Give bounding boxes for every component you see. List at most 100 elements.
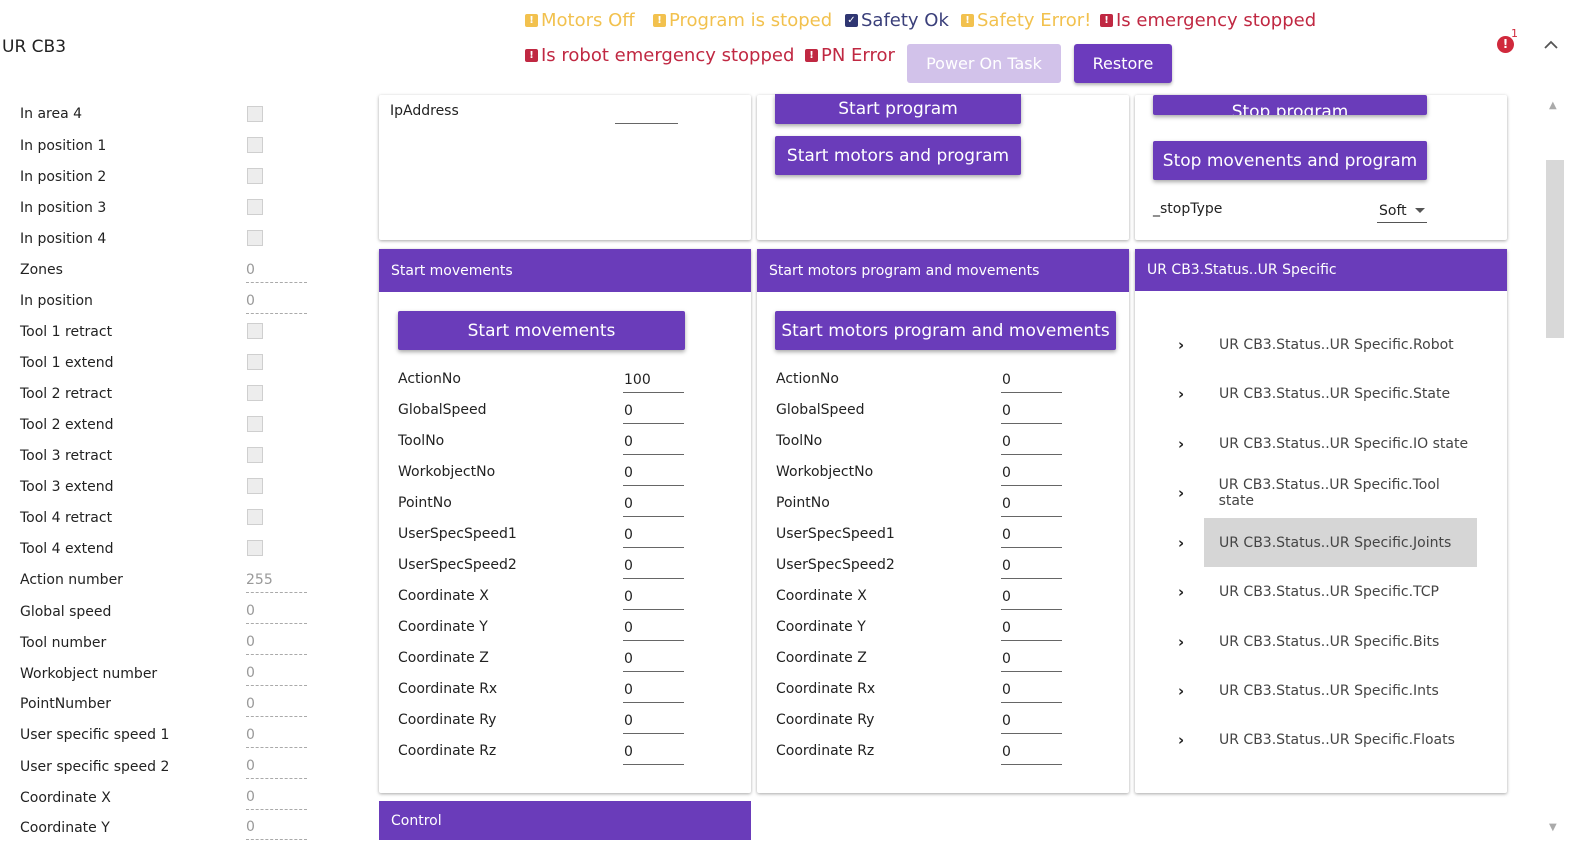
- smpm-coord-x-input[interactable]: 0: [1001, 589, 1062, 610]
- smpm-coord-y-input[interactable]: 0: [1001, 620, 1062, 641]
- smpm-user-speed-2-input[interactable]: 0: [1001, 558, 1062, 579]
- stop-type-select[interactable]: Soft: [1377, 199, 1427, 223]
- restore-button[interactable]: Restore: [1074, 44, 1172, 83]
- tool-number-value: 0: [246, 634, 307, 655]
- smpm-point-no-input[interactable]: 0: [1001, 496, 1062, 517]
- smpm-user-speed-2-label: UserSpecSpeed2: [776, 557, 895, 573]
- smpm-coord-rz-input[interactable]: 0: [1001, 744, 1062, 765]
- point-number-value: 0: [246, 696, 307, 717]
- sm-action-no-input[interactable]: 100: [623, 372, 684, 393]
- in-position-2-checkbox: [247, 168, 263, 184]
- chevron-right-icon[interactable]: ›: [1175, 731, 1219, 749]
- sm-tool-no-label: ToolNo: [398, 433, 445, 449]
- smpm-coord-ry-input[interactable]: 0: [1001, 713, 1062, 734]
- in-position-1-checkbox: [247, 137, 263, 153]
- status-emergency: ! Is emergency stopped: [1100, 10, 1316, 31]
- sm-coord-rz-label: Coordinate Rz: [398, 743, 497, 759]
- smpm-workobject-no-input[interactable]: 0: [1001, 465, 1062, 486]
- status-label: Program is stoped: [669, 10, 833, 31]
- start-program-button[interactable]: Start program: [775, 94, 1021, 124]
- smpm-tool-no-input[interactable]: 0: [1001, 434, 1062, 455]
- tool-4-extend-checkbox: [247, 540, 263, 556]
- tree-item-tcp[interactable]: › UR CB3.Status..UR Specific.TCP: [1175, 567, 1477, 616]
- chevron-right-icon[interactable]: ›: [1175, 385, 1219, 403]
- error-icon: !: [1100, 14, 1113, 27]
- scrollbar-thumb[interactable]: [1546, 160, 1564, 338]
- tree-item-label: UR CB3.Status..UR Specific.IO state: [1219, 435, 1469, 452]
- chevron-right-icon[interactable]: ›: [1175, 336, 1219, 354]
- start-motors-program-movements-button[interactable]: Start motors program and movements: [775, 311, 1116, 350]
- smpm-user-speed-1-input[interactable]: 0: [1001, 527, 1062, 548]
- user-speed-2-label: User specific speed 2: [20, 759, 170, 775]
- sm-coord-ry-input[interactable]: 0: [623, 713, 684, 734]
- smpm-tool-no-label: ToolNo: [776, 433, 823, 449]
- status-robot-emergency: ! Is robot emergency stopped: [525, 45, 794, 66]
- status-safety-error: ! Safety Error!: [961, 10, 1091, 31]
- power-on-task-button[interactable]: Power On Task: [907, 44, 1061, 83]
- in-position-3-label: In position 3: [20, 200, 107, 216]
- chevron-right-icon[interactable]: ›: [1175, 682, 1219, 700]
- tree-item-robot[interactable]: › UR CB3.Status..UR Specific.Robot: [1175, 320, 1477, 369]
- coordinate-y-label: Coordinate Y: [20, 820, 110, 836]
- tree-item-tool-state[interactable]: › UR CB3.Status..UR Specific.Tool state: [1175, 468, 1477, 517]
- tree-item-io-state[interactable]: › UR CB3.Status..UR Specific.IO state: [1175, 419, 1477, 468]
- coordinate-x-label: Coordinate X: [20, 790, 111, 806]
- tree-item-floats[interactable]: › UR CB3.Status..UR Specific.Floats: [1175, 715, 1477, 764]
- smpm-coord-z-input[interactable]: 0: [1001, 651, 1062, 672]
- warning-icon: !: [653, 14, 666, 27]
- sm-coord-rx-input[interactable]: 0: [623, 682, 684, 703]
- tool-4-extend-label: Tool 4 extend: [20, 541, 114, 557]
- ip-address-input[interactable]: [615, 103, 678, 124]
- smpm-coord-x-label: Coordinate X: [776, 588, 867, 604]
- zones-value: 0: [246, 262, 307, 283]
- sm-coord-x-input[interactable]: 0: [623, 589, 684, 610]
- tool-2-retract-label: Tool 2 retract: [20, 386, 113, 402]
- sm-user-speed-1-input[interactable]: 0: [623, 527, 684, 548]
- start-movements-button[interactable]: Start movements: [398, 311, 685, 350]
- zones-label: Zones: [20, 262, 63, 278]
- in-position-label: In position: [20, 293, 93, 309]
- status-label: Safety Ok: [861, 10, 949, 31]
- start-motors-and-program-button[interactable]: Start motors and program: [775, 136, 1021, 175]
- tree-item-ints[interactable]: › UR CB3.Status..UR Specific.Ints: [1175, 666, 1477, 715]
- sm-coord-y-input[interactable]: 0: [623, 620, 684, 641]
- sm-global-speed-input[interactable]: 0: [623, 403, 684, 424]
- tree-item-label: UR CB3.Status..UR Specific.Ints: [1219, 682, 1439, 699]
- status-label: PN Error: [821, 45, 895, 66]
- tree-item-label: UR CB3.Status..UR Specific.Floats: [1219, 731, 1455, 748]
- sm-workobject-no-label: WorkobjectNo: [398, 464, 496, 480]
- stop-program-button[interactable]: Stop program: [1153, 95, 1427, 115]
- chevron-right-icon[interactable]: ›: [1175, 633, 1219, 651]
- stop-movements-and-program-button[interactable]: Stop movenents and program: [1153, 141, 1427, 180]
- smpm-coord-rx-label: Coordinate Rx: [776, 681, 876, 697]
- chevron-up-icon[interactable]: [1543, 37, 1559, 53]
- sm-tool-no-input[interactable]: 0: [623, 434, 684, 455]
- tool-2-extend-checkbox: [247, 416, 263, 432]
- scroll-up-arrow-icon[interactable]: ▲: [1549, 100, 1557, 111]
- scroll-down-arrow-icon[interactable]: ▼: [1549, 822, 1557, 833]
- chevron-right-icon[interactable]: ›: [1175, 583, 1219, 601]
- checkbox-checked-icon: ✓: [845, 14, 858, 27]
- smpm-action-no-input[interactable]: 0: [1001, 372, 1062, 393]
- error-icon: !: [805, 49, 818, 62]
- sm-global-speed-label: GlobalSpeed: [398, 402, 487, 418]
- tree-item-label: UR CB3.Status..UR Specific.Robot: [1219, 336, 1454, 353]
- in-position-2-label: In position 2: [20, 169, 107, 185]
- smpm-coord-rx-input[interactable]: 0: [1001, 682, 1062, 703]
- point-number-label: PointNumber: [20, 696, 111, 712]
- sm-point-no-input[interactable]: 0: [623, 496, 684, 517]
- smpm-global-speed-input[interactable]: 0: [1001, 403, 1062, 424]
- sm-coord-rz-input[interactable]: 0: [623, 744, 684, 765]
- chevron-right-icon[interactable]: ›: [1175, 484, 1219, 502]
- tool-2-extend-label: Tool 2 extend: [20, 417, 114, 433]
- ip-address-label: IpAddress: [390, 103, 459, 119]
- sm-coord-z-input[interactable]: 0: [623, 651, 684, 672]
- tree-item-state[interactable]: › UR CB3.Status..UR Specific.State: [1175, 369, 1477, 418]
- tree-item-bits[interactable]: › UR CB3.Status..UR Specific.Bits: [1175, 617, 1477, 666]
- sm-coord-rx-label: Coordinate Rx: [398, 681, 498, 697]
- smpm-coord-z-label: Coordinate Z: [776, 650, 867, 666]
- chevron-right-icon[interactable]: ›: [1175, 435, 1219, 453]
- sm-user-speed-2-input[interactable]: 0: [623, 558, 684, 579]
- tree-item-joints[interactable]: › UR CB3.Status..UR Specific.Joints: [1175, 518, 1477, 567]
- sm-workobject-no-input[interactable]: 0: [623, 465, 684, 486]
